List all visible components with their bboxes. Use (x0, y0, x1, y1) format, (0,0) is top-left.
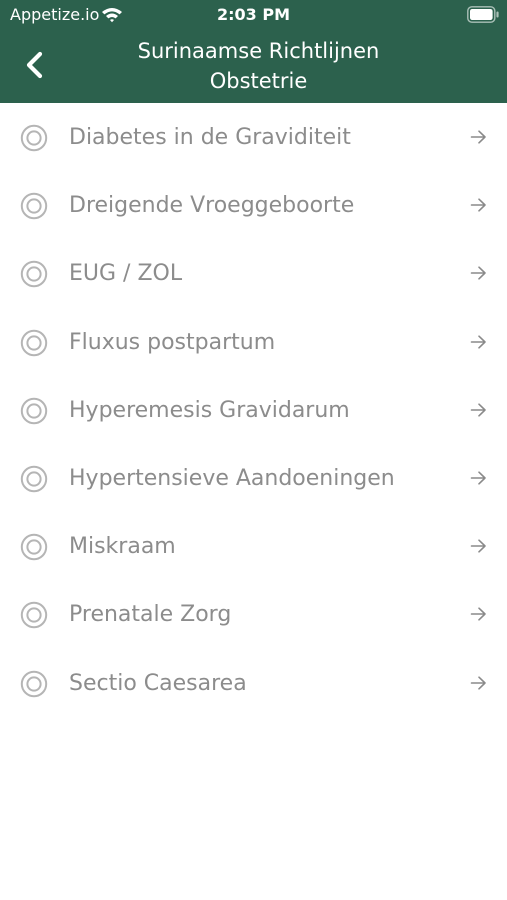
list-item[interactable]: Sectio Caesarea (0, 649, 507, 717)
list-item[interactable]: Miskraam (0, 512, 507, 580)
list-item-label: Sectio Caesarea (69, 670, 247, 696)
list-item[interactable]: Prenatale Zorg (0, 580, 507, 648)
radio-circle-icon (20, 602, 48, 629)
list-item[interactable]: EUG / ZOL (0, 239, 507, 307)
list-item-label: Hypertensieve Aandoeningen (69, 465, 395, 491)
list-item-label: Dreigende Vroeggeboorte (69, 193, 355, 219)
list-item[interactable]: Hyperemesis Gravidarum (0, 376, 507, 444)
arrow-right-icon (470, 471, 486, 485)
list-item-label: Diabetes in de Graviditeit (69, 125, 351, 150)
list-item-label: Miskraam (69, 534, 176, 560)
arrow-right-icon (470, 675, 486, 690)
radio-circle-icon (20, 533, 48, 561)
radio-circle-icon (20, 465, 48, 493)
page-title: Surinaamse Richtlijnen Obstetrie (137, 39, 380, 93)
list-item[interactable]: Diabetes in de Graviditeit (0, 103, 507, 171)
arrow-right-icon (470, 334, 486, 349)
radio-circle-icon (20, 329, 48, 356)
guideline-list: Diabetes in de Graviditeit Dreigende Vroe… (0, 103, 507, 717)
arrow-right-icon (470, 266, 486, 280)
radio-circle-icon (20, 397, 48, 424)
status-bar: Appetize.io 2:03 PM (0, 0, 507, 30)
app-screen: Appetize.io 2:03 PM Surinaamse Richtlijn… (0, 0, 507, 900)
list-item[interactable]: Fluxus postpartum (0, 308, 507, 376)
list-item-label: EUG / ZOL (69, 261, 183, 287)
radio-circle-icon (20, 192, 48, 220)
chevron-left-icon (26, 51, 43, 79)
top-bar: Appetize.io 2:03 PM Surinaamse Richtlijn… (0, 0, 507, 103)
list-item-label: Fluxus postpartum (69, 329, 276, 355)
battery-icon (467, 6, 499, 23)
arrow-right-icon (470, 130, 486, 144)
list-item-label: Hyperemesis Gravidarum (69, 397, 350, 423)
list-item-label: Prenatale Zorg (69, 602, 232, 628)
back-button[interactable] (18, 48, 58, 84)
list-item[interactable]: Hypertensieve Aandoeningen (0, 444, 507, 512)
radio-circle-icon (20, 670, 48, 697)
status-time: 2:03 PM (216, 5, 290, 24)
arrow-right-icon (470, 198, 486, 212)
arrow-right-icon (470, 607, 486, 621)
arrow-right-icon (470, 403, 486, 417)
list-item[interactable]: Dreigende Vroeggeboorte (0, 171, 507, 239)
arrow-right-icon (470, 539, 486, 553)
radio-circle-icon (20, 261, 48, 288)
radio-circle-icon (20, 124, 48, 152)
